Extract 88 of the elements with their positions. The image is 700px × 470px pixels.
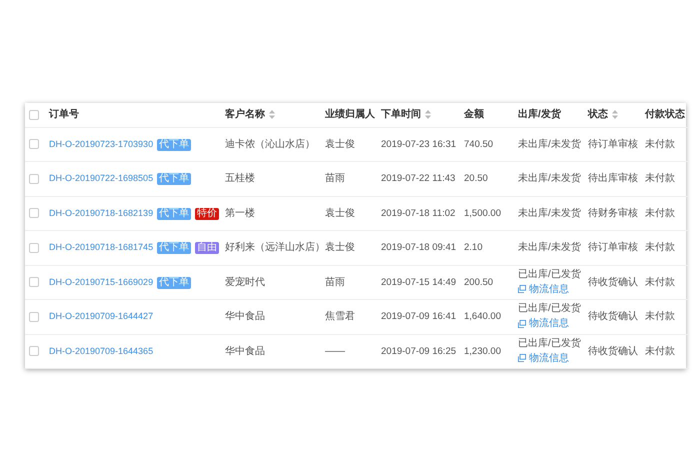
logistics-link[interactable]: 物流信息: [518, 350, 569, 366]
tag: 自由: [195, 242, 220, 254]
logistics-link[interactable]: 物流信息: [518, 282, 569, 296]
table-cell: 未付款: [645, 138, 675, 150]
table-cell: 待订单审核: [588, 242, 638, 254]
checkbox[interactable]: [29, 346, 39, 356]
table-cell: 2019-07-15 14:49: [381, 276, 456, 288]
column-header: 订单号: [49, 109, 79, 120]
order-link[interactable]: DH-O-20190718-1682139: [49, 208, 154, 218]
column-header: 下单时间: [381, 109, 421, 120]
checkbox[interactable]: [29, 110, 39, 120]
checkbox[interactable]: [29, 277, 39, 288]
table-cell: 已出库/已发货: [518, 268, 581, 280]
table-cell: 第一楼: [225, 208, 255, 219]
column-header: 业绩归属人: [325, 109, 375, 120]
tag: 代下单: [157, 242, 192, 254]
table-cell: 已出库/已发货: [518, 303, 581, 314]
table-cell: 未付款: [645, 346, 675, 357]
table-cell: 2019-07-22 11:43: [381, 173, 456, 184]
table-cell: 1,230.00: [464, 346, 501, 357]
table-cell: 未出库/未发货: [518, 208, 581, 219]
table-cell: 未付款: [645, 311, 675, 322]
copy-icon: [518, 285, 526, 293]
tag: 代下单: [157, 208, 192, 220]
table-cell: 2019-07-23 16:31: [381, 138, 456, 150]
order-link[interactable]: DH-O-20190722-1698505: [49, 173, 154, 184]
sort-icon[interactable]: [612, 110, 618, 120]
table-cell: 1,640.00: [464, 311, 501, 322]
tag: 代下单: [157, 173, 192, 186]
sort-icon[interactable]: [269, 110, 275, 120]
checkbox[interactable]: [29, 312, 39, 322]
table-cell: 爱宠时代: [225, 276, 265, 288]
column-header: 客户名称: [225, 109, 265, 120]
table-cell: 未出库/未发货: [518, 138, 581, 150]
table-cell: 袁士俊: [325, 138, 355, 150]
table-cell: 已出库/已发货: [518, 338, 581, 348]
table-cell: 未付款: [645, 208, 675, 219]
column-header: 状态: [588, 109, 608, 120]
table-cell: 未出库/未发货: [518, 173, 581, 184]
table-cell: 华中食品: [225, 311, 265, 322]
table-cell: ——: [325, 346, 345, 357]
table-cell: 五桂楼: [225, 173, 255, 184]
column-header: 出库/发货: [518, 109, 561, 120]
order-link[interactable]: DH-O-20190715-1669029: [49, 276, 154, 287]
order-link[interactable]: DH-O-20190709-1644427: [49, 311, 154, 322]
table-cell: 迪卡侬（沁山水店）: [225, 138, 315, 150]
table-cell: 待收货确认: [588, 346, 638, 357]
copy-icon: [518, 320, 526, 328]
tag: 代下单: [157, 276, 192, 289]
table-cell: 2.10: [464, 242, 482, 254]
checkbox[interactable]: [29, 208, 39, 218]
tag: 特价: [195, 208, 220, 220]
checkbox[interactable]: [29, 139, 39, 150]
sort-icon[interactable]: [425, 110, 431, 120]
checkbox[interactable]: [29, 242, 39, 253]
table-cell: 2019-07-09 16:25: [381, 346, 456, 357]
order-link[interactable]: DH-O-20190709-1644365: [49, 346, 154, 356]
table-cell: 袁士俊: [325, 208, 355, 219]
table-cell: 未付款: [645, 276, 675, 288]
copy-icon: [518, 354, 526, 362]
table-cell: 未出库/未发货: [518, 242, 581, 254]
column-header: 付款状态: [645, 109, 685, 120]
table-cell: 待收货确认: [588, 311, 638, 322]
table-cell: 苗雨: [325, 276, 345, 288]
table-cell: 200.50: [464, 276, 494, 288]
table-cell: 待收货确认: [588, 276, 638, 288]
column-header: 金额: [464, 109, 484, 120]
table-cell: 未付款: [645, 173, 675, 184]
logistics-link[interactable]: 物流信息: [518, 316, 569, 331]
table-cell: 2019-07-18 11:02: [381, 208, 456, 219]
order-link[interactable]: DH-O-20190718-1681745: [49, 242, 154, 252]
table-cell: 待财务审核: [588, 208, 638, 219]
table-cell: 2019-07-09 16:41: [381, 311, 456, 322]
table-cell: 苗雨: [325, 173, 345, 184]
table-cell: 好利来（远洋山水店）: [225, 242, 321, 254]
table-cell: 740.50: [464, 138, 494, 150]
tag: 代下单: [157, 138, 192, 151]
table-cell: 未付款: [645, 242, 675, 254]
table-cell: 待出库审核: [588, 173, 638, 184]
table-cell: 1,500.00: [464, 208, 501, 219]
checkbox[interactable]: [29, 174, 39, 184]
table-cell: 袁士俊: [325, 242, 355, 254]
table-cell: 华中食品: [225, 346, 265, 357]
order-link[interactable]: DH-O-20190723-1703930: [49, 138, 154, 149]
table-cell: 2019-07-18 09:41: [381, 242, 456, 254]
table-cell: 待订单审核: [588, 138, 638, 150]
table-cell: 焦雪君: [325, 311, 355, 322]
table-cell: 20.50: [464, 173, 488, 184]
